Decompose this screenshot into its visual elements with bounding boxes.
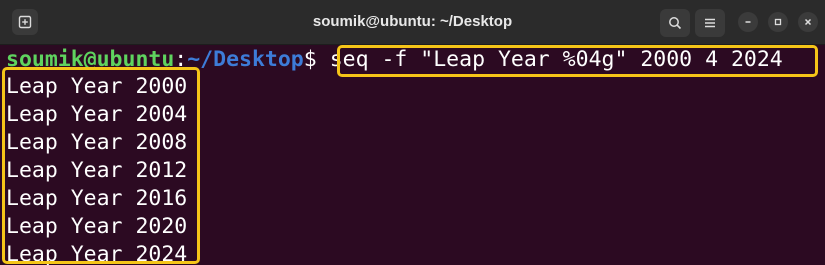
minimize-button[interactable]	[738, 12, 758, 32]
minimize-icon	[745, 21, 751, 23]
maximize-button[interactable]	[768, 12, 788, 32]
close-button[interactable]	[798, 12, 818, 32]
command-highlight-box	[337, 45, 818, 77]
menu-button[interactable]	[695, 9, 725, 37]
terminal-window: soumik@ubuntu: ~/Desktop soumik@ubuntu:~…	[0, 0, 825, 265]
close-icon	[804, 18, 812, 26]
maximize-icon	[774, 18, 782, 26]
search-button[interactable]	[660, 9, 690, 37]
title-bar: soumik@ubuntu: ~/Desktop	[0, 0, 825, 45]
hamburger-menu-icon	[705, 18, 715, 28]
output-highlight-box	[2, 67, 200, 264]
search-icon	[669, 17, 682, 30]
prompt-path: ~/Desktop	[187, 47, 304, 72]
prompt-symbol: $	[303, 47, 317, 72]
